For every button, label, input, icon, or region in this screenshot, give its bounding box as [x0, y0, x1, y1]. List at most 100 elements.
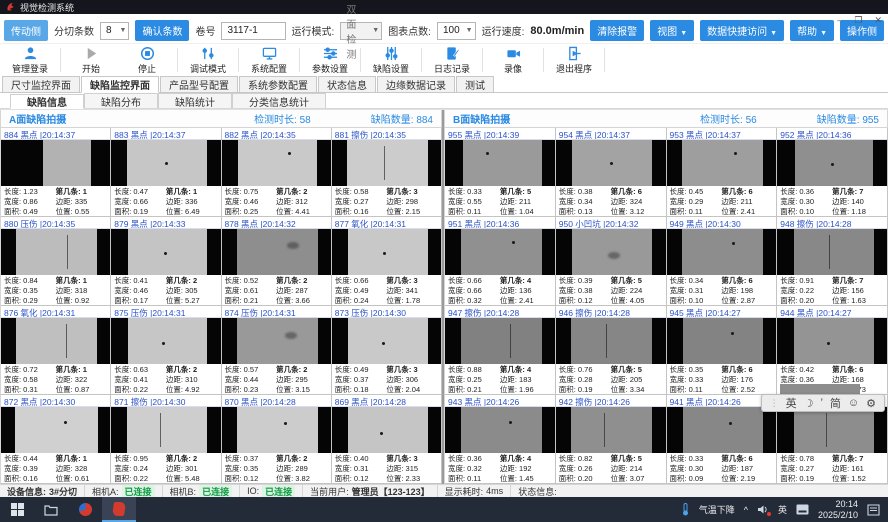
subtab-defect-distribution[interactable]: 缺陷分布 [84, 93, 158, 108]
defect-cell[interactable]: 945 黑点 |20:14:27长度: 0.35宽度: 0.33面积: 0.11… [667, 306, 778, 395]
defect-cell[interactable]: 878 黑点 |20:14:32长度: 0.52宽度: 0.61面积: 0.21… [222, 217, 332, 306]
defect-image[interactable] [1, 318, 110, 364]
input-language-indicator[interactable]: 英 [778, 503, 787, 516]
defect-image[interactable] [445, 318, 555, 364]
defect-cell[interactable]: 954 黑点 |20:14:37长度: 0.38宽度: 0.34面积: 0.13… [556, 128, 667, 217]
defect-cell[interactable]: 953 黑点 |20:14:37长度: 0.45宽度: 0.29面积: 0.11… [667, 128, 778, 217]
tab-test[interactable]: 测试 [456, 76, 494, 92]
defect-cell[interactable]: 871 擦伤 |20:14:30长度: 0.95宽度: 0.24面积: 0.22… [111, 395, 221, 484]
exit-program-button[interactable]: 退出程序 [548, 46, 600, 75]
drive-side-button[interactable]: 传动侧 [4, 20, 48, 41]
defect-image[interactable] [556, 229, 666, 275]
subtab-defect-stats[interactable]: 缺陷统计 [158, 93, 232, 108]
defect-image[interactable] [222, 407, 331, 453]
stop-button[interactable]: 停止 [121, 46, 173, 75]
ime-lang-toggle[interactable]: 英 [786, 395, 797, 411]
defect-image[interactable] [556, 318, 666, 364]
defect-cell[interactable]: 952 黑点 |20:14:36长度: 0.36宽度: 0.30面积: 0.10… [777, 128, 888, 217]
notification-center-icon[interactable] [867, 504, 880, 516]
defect-image[interactable] [332, 318, 441, 364]
defect-cell[interactable]: 883 黑点 |20:14:37长度: 0.47宽度: 0.66面积: 0.19… [111, 128, 221, 217]
defect-cell[interactable]: 881 擦伤 |20:14:35长度: 0.58宽度: 0.27面积: 0.16… [332, 128, 442, 217]
defect-image[interactable] [1, 407, 110, 453]
start-button[interactable]: 开始 [65, 46, 117, 75]
defect-image[interactable] [556, 140, 666, 186]
defect-image[interactable] [111, 407, 220, 453]
defect-cell[interactable]: 946 擦伤 |20:14:28长度: 0.76宽度: 0.28面积: 0.19… [556, 306, 667, 395]
defect-image[interactable] [777, 407, 887, 453]
taskbar-clock[interactable]: 20:14 2025/2/10 [818, 499, 858, 520]
defect-cell[interactable]: 882 黑点 |20:14:35长度: 0.75宽度: 0.46面积: 0.25… [222, 128, 332, 217]
defect-image[interactable] [445, 407, 555, 453]
system-config-button[interactable]: 系统配置 [243, 46, 295, 75]
slit-count-select[interactable]: 8 ▼ [100, 22, 129, 40]
log-record-button[interactable]: 日志记录 [426, 46, 478, 75]
ime-drag-handle[interactable]: ⋮ [770, 398, 779, 409]
weather-text[interactable]: 气温下降 [699, 503, 735, 516]
tab-status-info[interactable]: 状态信息 [318, 76, 376, 92]
defect-cell[interactable]: 872 黑点 |20:14:30长度: 0.44宽度: 0.39面积: 0.16… [1, 395, 111, 484]
defect-cell[interactable]: 876 氧化 |20:14:31长度: 0.72宽度: 0.58面积: 0.31… [1, 306, 111, 395]
chart-points-select[interactable]: 100 ▼ [437, 22, 476, 40]
defect-cell[interactable]: 870 黑点 |20:14:28长度: 0.37宽度: 0.35面积: 0.12… [222, 395, 332, 484]
subtab-defect-info[interactable]: 缺陷信息 [10, 94, 84, 109]
volume-button[interactable] [757, 504, 769, 515]
ime-punct-toggle[interactable]: ’ [820, 397, 822, 409]
defect-cell[interactable]: 873 压伤 |20:14:30长度: 0.49宽度: 0.37面积: 0.18… [332, 306, 442, 395]
defect-image[interactable] [222, 229, 331, 275]
defect-cell[interactable]: 869 黑点 |20:14:28长度: 0.40宽度: 0.31面积: 0.12… [332, 395, 442, 484]
defect-image[interactable] [332, 140, 441, 186]
defect-cell[interactable]: 950 小凹坑 |20:14:32长度: 0.39宽度: 0.38面积: 0.1… [556, 217, 667, 306]
quick-access-menu-button[interactable]: 数据快捷访问▼ [700, 20, 784, 41]
defect-image[interactable] [111, 318, 220, 364]
record-video-button[interactable]: 录像 [487, 46, 539, 75]
defect-image[interactable] [222, 140, 331, 186]
tab-size-monitor[interactable]: 尺寸监控界面 [2, 76, 80, 92]
defect-image[interactable] [222, 318, 331, 364]
defect-image[interactable] [667, 318, 777, 364]
defect-cell[interactable]: 955 黑点 |20:14:39长度: 0.33宽度: 0.55面积: 0.11… [445, 128, 556, 217]
defect-image[interactable] [332, 407, 441, 453]
run-mode-select[interactable]: 双面检测 ▼ [340, 22, 382, 40]
ime-toolbar[interactable]: ⋮ 英 ☽ ’ 简 ☺ ⚙ [761, 394, 885, 412]
start-button[interactable] [0, 497, 34, 522]
ime-halfwidth-icon[interactable]: ☽ [804, 397, 814, 410]
defect-settings-button[interactable]: 缺陷设置 [365, 46, 417, 75]
tab-defect-monitor[interactable]: 缺陷监控界面 [81, 76, 159, 93]
defect-image[interactable] [1, 140, 110, 186]
file-explorer-button[interactable] [34, 497, 68, 522]
defect-image[interactable] [445, 229, 555, 275]
admin-login-button[interactable]: 管理登录 [4, 46, 56, 75]
defect-cell[interactable]: 879 黑点 |20:14:33长度: 0.41宽度: 0.46面积: 0.17… [111, 217, 221, 306]
taskbar-app-browser[interactable] [68, 497, 102, 522]
defect-image[interactable] [667, 140, 777, 186]
defect-cell[interactable]: 943 黑点 |20:14:26长度: 0.36宽度: 0.32面积: 0.11… [445, 395, 556, 484]
defect-cell[interactable]: 948 擦伤 |20:14:28长度: 0.91宽度: 0.22面积: 0.20… [777, 217, 888, 306]
confirm-count-button[interactable]: 确认条数 [135, 20, 189, 41]
maximize-button[interactable]: ❐ [854, 14, 862, 26]
defect-cell[interactable]: 944 黑点 |20:14:27长度: 0.42宽度: 0.36面积: 0.14… [777, 306, 888, 395]
subtab-class-info-stats[interactable]: 分类信息统计 [232, 93, 326, 108]
tab-product-model-config[interactable]: 产品型号配置 [160, 76, 238, 92]
roll-number-input[interactable]: 3117-1 [221, 22, 285, 40]
view-menu-button[interactable]: 视图▼ [650, 20, 694, 41]
defect-cell[interactable]: 951 黑点 |20:14:36长度: 0.66宽度: 0.66面积: 0.32… [445, 217, 556, 306]
defect-image[interactable] [111, 229, 220, 275]
taskbar-app-vision-system[interactable] [102, 497, 136, 522]
defect-cell[interactable]: 877 氧化 |20:14:31长度: 0.66宽度: 0.49面积: 0.24… [332, 217, 442, 306]
ime-simplified-toggle[interactable]: 简 [830, 395, 841, 411]
defect-cell[interactable]: 949 黑点 |20:14:30长度: 0.34宽度: 0.31面积: 0.10… [667, 217, 778, 306]
defect-image[interactable] [556, 407, 666, 453]
tray-expand-caret[interactable]: ^ [744, 505, 748, 515]
ime-settings-icon[interactable]: ⚙ [866, 397, 876, 410]
defect-cell[interactable]: 884 黑点 |20:14:37长度: 1.23宽度: 0.86面积: 0.49… [1, 128, 111, 217]
defect-image[interactable] [1, 229, 110, 275]
tab-edge-data-record[interactable]: 边缘数据记录 [377, 76, 455, 92]
close-button[interactable]: ✕ [874, 14, 882, 26]
defect-image[interactable] [777, 318, 887, 364]
clear-alarm-button[interactable]: 清除报警 [590, 20, 644, 41]
defect-image[interactable] [111, 140, 220, 186]
minimize-button[interactable]: – [837, 14, 842, 26]
defect-image[interactable] [667, 229, 777, 275]
debug-mode-button[interactable]: 调试模式 [182, 46, 234, 75]
